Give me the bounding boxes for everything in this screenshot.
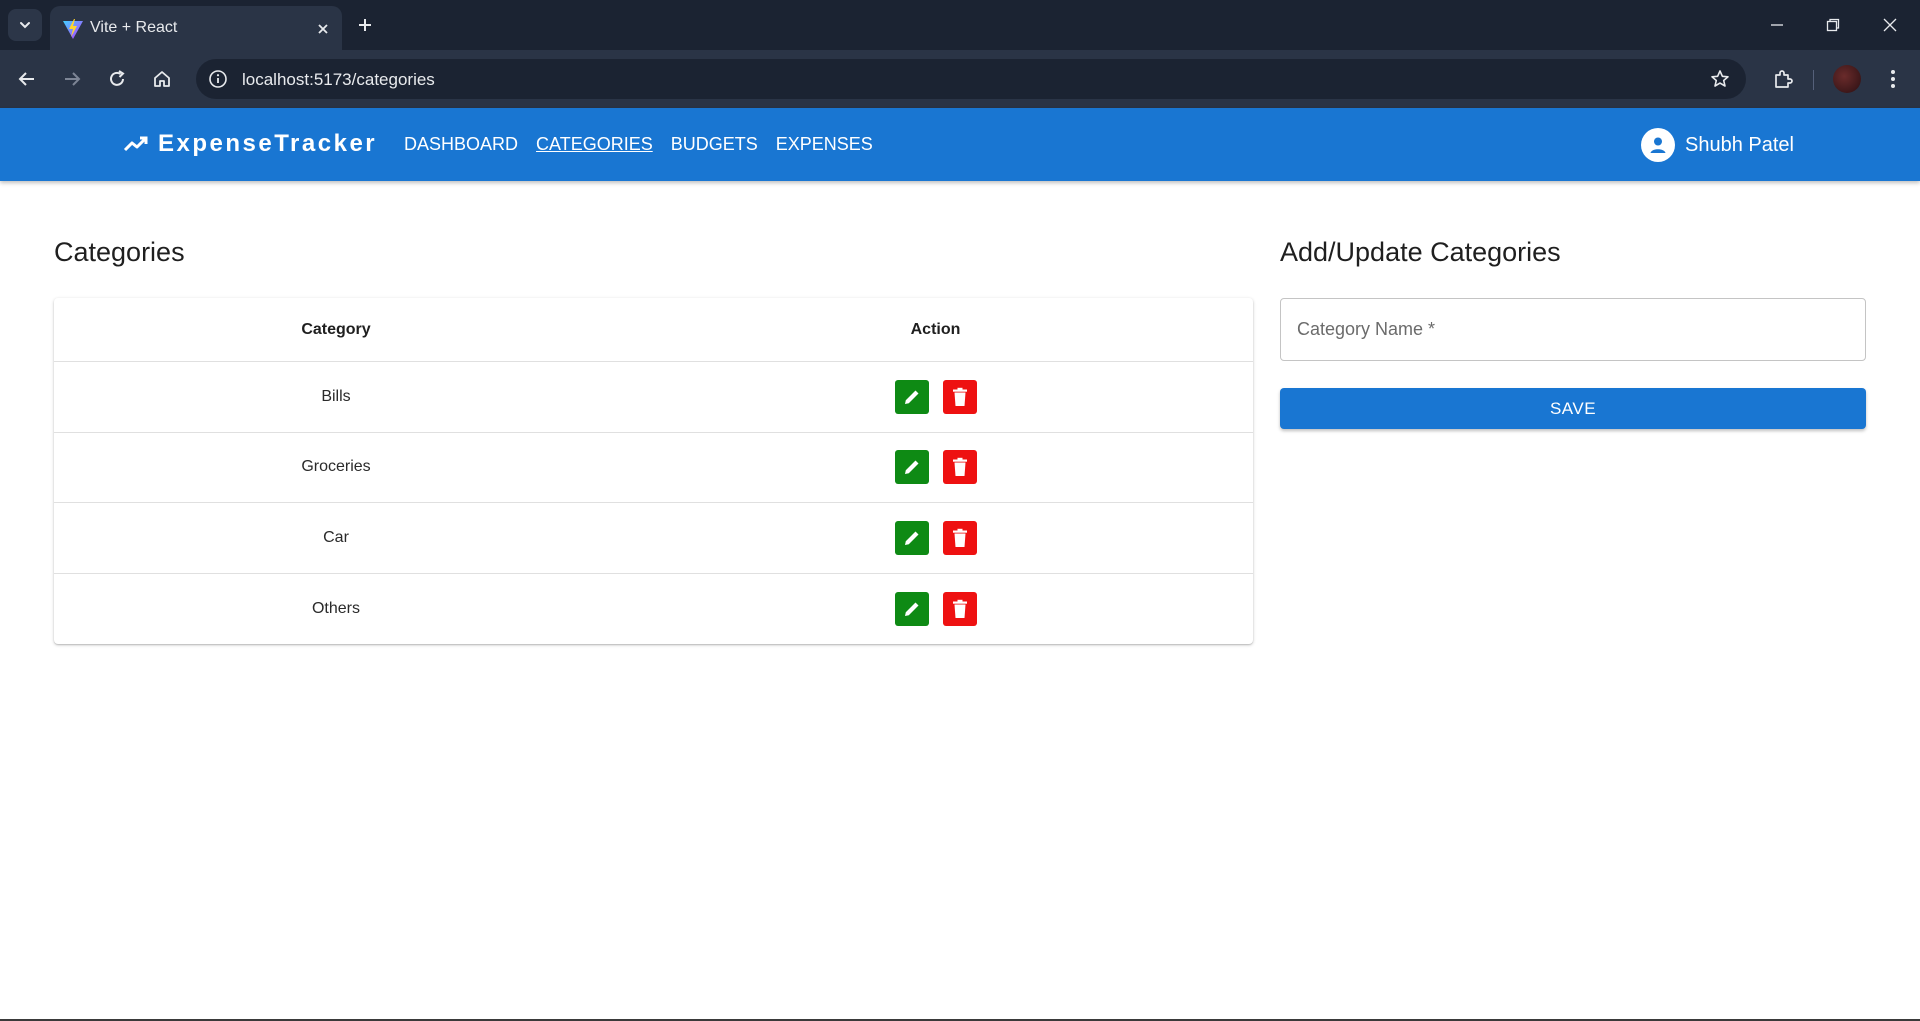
action-cell: [618, 362, 1253, 432]
table-row: Bills: [54, 362, 1253, 433]
action-cell: [618, 433, 1253, 503]
column-header-action: Action: [910, 320, 961, 338]
category-name-input[interactable]: [1281, 299, 1865, 360]
trash-icon: [952, 599, 967, 618]
delete-button[interactable]: [942, 450, 977, 485]
pencil-icon: [904, 602, 918, 616]
browser-tab[interactable]: Vite + React: [50, 6, 342, 50]
action-cell: [618, 503, 1253, 573]
nav-budgets[interactable]: BUDGETS: [671, 134, 758, 155]
nav-expenses[interactable]: EXPENSES: [776, 134, 873, 155]
restore-icon: [1826, 18, 1840, 32]
address-bar[interactable]: localhost:5173/categories: [196, 59, 1746, 99]
categories-table: Category Action Bills Groceries Car Others: [54, 298, 1253, 644]
form-title: Add/Update Categories: [1280, 237, 1561, 267]
pencil-icon: [904, 531, 918, 545]
bookmark-button[interactable]: [1708, 67, 1732, 91]
puzzle-icon: [1775, 70, 1793, 88]
home-button[interactable]: [145, 62, 179, 96]
categories-title: Categories: [54, 237, 185, 267]
chevron-down-icon: [20, 22, 30, 29]
tab-title: Vite + React: [90, 19, 178, 36]
arrow-left-icon: [18, 72, 34, 86]
delete-button[interactable]: [942, 591, 977, 626]
home-icon: [154, 71, 170, 87]
trash-icon: [952, 387, 967, 406]
vite-logo-icon: [63, 19, 83, 39]
table-row: Car: [54, 503, 1253, 574]
trash-icon: [952, 458, 967, 477]
minimize-icon: [1771, 24, 1783, 26]
trash-icon: [952, 528, 967, 547]
browser-toolbar: localhost:5173/categories: [0, 50, 1920, 108]
star-icon: [1711, 70, 1729, 87]
category-cell: Car: [323, 528, 349, 546]
forward-button[interactable]: [55, 62, 89, 96]
pencil-icon: [904, 460, 918, 475]
url-text: localhost:5173/categories: [242, 70, 435, 89]
delete-button[interactable]: [942, 520, 977, 555]
table-row: Groceries: [54, 433, 1253, 503]
account-icon: [1650, 137, 1666, 153]
info-icon: [209, 70, 227, 88]
close-window-button[interactable]: [1867, 0, 1913, 50]
edit-button[interactable]: [894, 520, 929, 555]
browser-menu-button[interactable]: [1876, 62, 1910, 96]
minimize-button[interactable]: [1754, 0, 1800, 50]
category-cell: Others: [311, 599, 360, 617]
more-vertical-icon: [1891, 70, 1895, 88]
arrow-right-icon: [65, 72, 81, 86]
user-name: Shubh Patel: [1685, 133, 1794, 156]
nav-categories[interactable]: CATEGORIES: [536, 134, 653, 155]
app-header: ExpenseTracker DASHBOARD CATEGORIES BUDG…: [0, 108, 1920, 181]
plus-icon: [359, 19, 371, 31]
site-info-button[interactable]: [206, 67, 230, 91]
edit-button[interactable]: [894, 591, 929, 626]
table-body: Bills Groceries Car Others: [54, 362, 1253, 644]
main-nav: DASHBOARD CATEGORIES BUDGETS EXPENSES: [404, 134, 891, 155]
brand-logo[interactable]: ExpenseTracker: [122, 130, 377, 158]
edit-button[interactable]: [894, 450, 929, 485]
edit-button[interactable]: [894, 379, 929, 414]
trending-up-icon: [123, 136, 148, 152]
table-row: Others: [54, 574, 1253, 645]
close-icon: [1883, 18, 1897, 32]
toolbar-divider: [1813, 70, 1814, 90]
category-cell: Bills: [321, 387, 351, 405]
tab-close-button[interactable]: [312, 18, 334, 40]
column-header-category: Category: [301, 320, 371, 338]
browser-tabstrip: Vite + React: [0, 0, 1920, 50]
restore-button[interactable]: [1810, 0, 1856, 50]
table-header: Category Action: [54, 298, 1253, 362]
action-cell: [618, 574, 1253, 645]
profile-avatar[interactable]: [1833, 65, 1861, 93]
avatar: [1641, 128, 1675, 162]
reload-icon: [110, 70, 125, 86]
category-cell: Groceries: [301, 458, 371, 476]
delete-button[interactable]: [942, 379, 977, 414]
close-icon: [318, 24, 328, 34]
tab-search-button[interactable]: [8, 9, 42, 41]
new-tab-button[interactable]: [350, 10, 380, 40]
brand-name: ExpenseTracker: [158, 130, 378, 157]
save-button[interactable]: SAVE: [1280, 388, 1866, 429]
back-button[interactable]: [10, 62, 44, 96]
category-name-field: [1280, 298, 1866, 361]
pencil-icon: [904, 390, 918, 404]
nav-dashboard[interactable]: DASHBOARD: [404, 134, 518, 155]
user-menu[interactable]: Shubh Patel: [1641, 128, 1794, 162]
extensions-button[interactable]: [1766, 62, 1800, 96]
reload-button[interactable]: [100, 62, 134, 96]
